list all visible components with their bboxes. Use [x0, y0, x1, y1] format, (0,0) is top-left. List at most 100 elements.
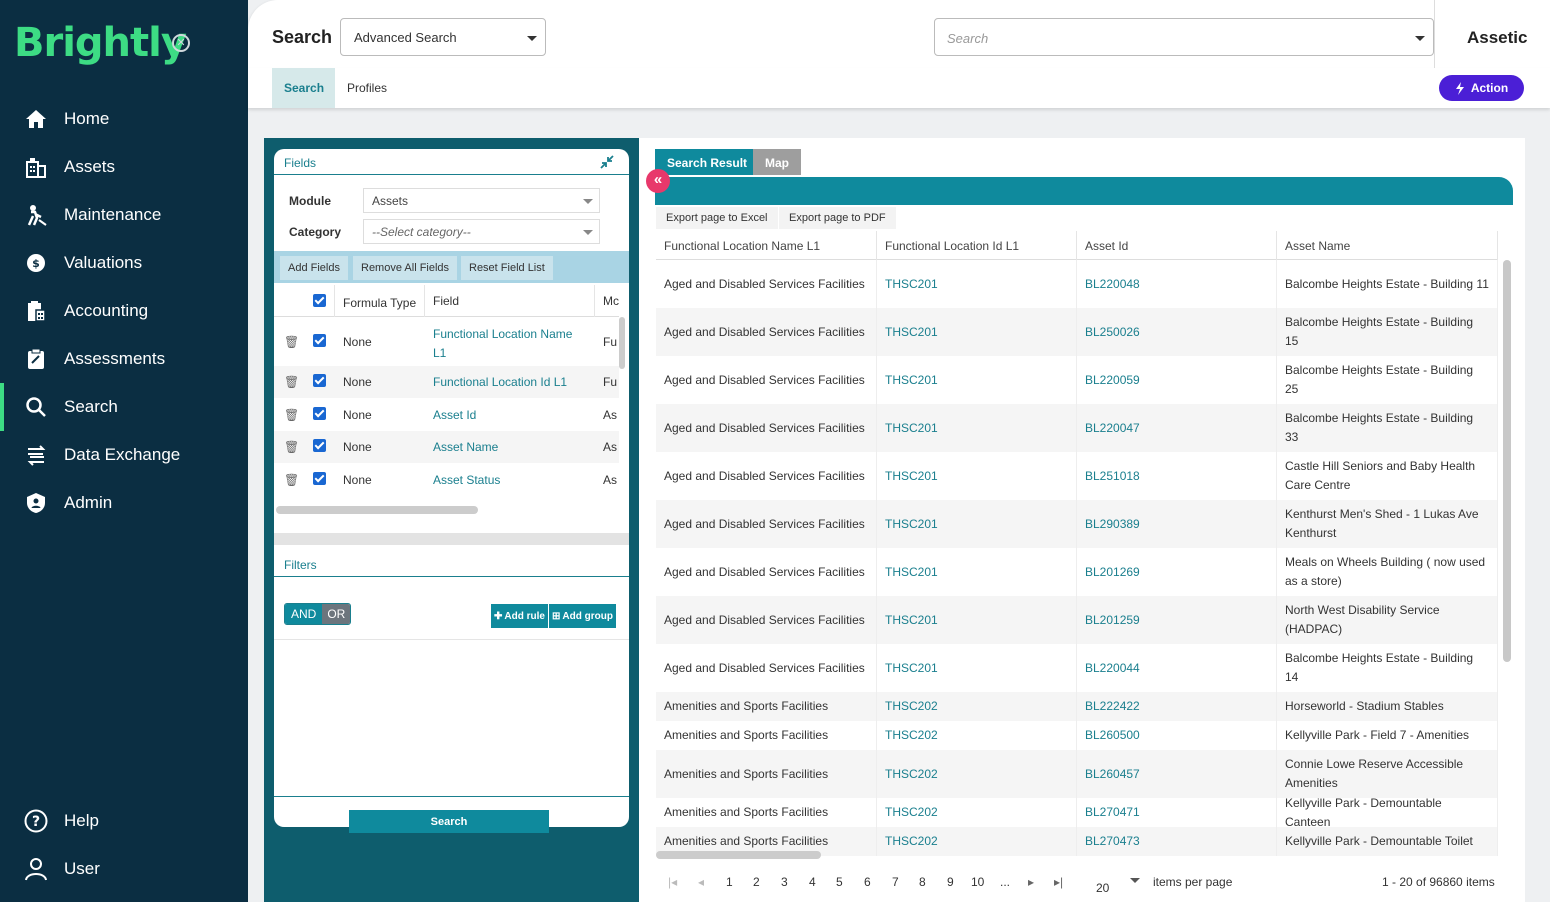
cell-asset-id[interactable]: BL220047	[1077, 404, 1277, 452]
cell-functional-location-id[interactable]: THSC201	[877, 500, 1077, 548]
cell-asset-id[interactable]: BL250026	[1077, 308, 1277, 356]
nav-valuations[interactable]: $ Valuations	[0, 243, 248, 283]
collapse-left-icon[interactable]: «	[646, 169, 670, 193]
fields-vertical-scrollbar[interactable]	[619, 317, 625, 369]
results-horizontal-scrollbar[interactable]	[656, 851, 821, 859]
page-7[interactable]: 7	[892, 875, 899, 889]
export-pdf-button[interactable]: Export page to PDF	[779, 207, 896, 229]
nav-assessments[interactable]: Assessments	[0, 339, 248, 379]
cell-asset-id[interactable]: BL201269	[1077, 548, 1277, 596]
cell-functional-location-id[interactable]: THSC202	[877, 721, 1077, 750]
cell-functional-location-id[interactable]: THSC202	[877, 798, 1077, 827]
table-row[interactable]: Aged and Disabled Services Facilities THS…	[656, 644, 1498, 692]
cell-functional-location-id[interactable]: THSC202	[877, 827, 1077, 856]
cell-functional-location-id[interactable]: THSC201	[877, 356, 1077, 404]
first-page-icon[interactable]: |◂	[668, 875, 677, 889]
remove-all-fields-button[interactable]: Remove All Fields	[353, 256, 458, 280]
cell-asset-id[interactable]: BL270473	[1077, 827, 1277, 856]
and-button[interactable]: AND	[285, 604, 323, 624]
action-button[interactable]: Action	[1439, 75, 1524, 101]
nav-assets[interactable]: Assets	[0, 147, 248, 187]
table-row[interactable]: Aged and Disabled Services Facilities THS…	[656, 452, 1498, 500]
select-all-checkbox[interactable]	[313, 294, 326, 310]
global-search-input[interactable]: Search	[934, 18, 1434, 56]
table-row[interactable]: Aged and Disabled Services Facilities THS…	[656, 596, 1498, 644]
field-row-checkbox[interactable]	[313, 374, 326, 390]
page-2[interactable]: 2	[753, 875, 760, 889]
table-row[interactable]: Aged and Disabled Services Facilities THS…	[656, 260, 1498, 308]
table-row[interactable]: Amenities and Sports Facilities THSC202 BL…	[656, 721, 1498, 750]
trash-icon[interactable]: 🗑	[284, 375, 299, 389]
page-4[interactable]: 4	[809, 875, 816, 889]
search-type-select[interactable]: Advanced Search	[340, 18, 546, 56]
fields-horizontal-scrollbar[interactable]	[276, 506, 478, 514]
table-row[interactable]: Amenities and Sports Facilities THSC202 BL…	[656, 750, 1498, 798]
next-page-icon[interactable]: ▸	[1028, 875, 1034, 889]
page-6[interactable]: 6	[864, 875, 871, 889]
tab-map[interactable]: Map	[753, 149, 801, 175]
field-row-name[interactable]: Functional Location Id L1	[433, 375, 567, 389]
category-select[interactable]: --Select category--	[363, 219, 600, 244]
tab-search-result[interactable]: Search Result	[655, 149, 760, 175]
nav-home[interactable]: Home	[0, 99, 248, 139]
page-5[interactable]: 5	[836, 875, 843, 889]
nav-data-exchange[interactable]: Data Exchange	[0, 435, 248, 475]
search-button[interactable]: Search	[349, 810, 549, 833]
field-row-checkbox[interactable]	[313, 472, 326, 488]
nav-maintenance[interactable]: Maintenance	[0, 195, 248, 235]
collapse-arrows-icon[interactable]	[600, 155, 614, 169]
cell-asset-id[interactable]: BL270471	[1077, 798, 1277, 827]
cell-functional-location-id[interactable]: THSC201	[877, 308, 1077, 356]
cell-functional-location-id[interactable]: THSC201	[877, 596, 1077, 644]
cell-functional-location-id[interactable]: THSC201	[877, 644, 1077, 692]
field-row-name[interactable]: Asset Status	[433, 473, 500, 487]
tab-search[interactable]: Search	[272, 68, 335, 108]
cell-functional-location-id[interactable]: THSC202	[877, 750, 1077, 798]
cell-functional-location-id[interactable]: THSC201	[877, 452, 1077, 500]
page-1[interactable]: 1	[726, 875, 733, 889]
prev-page-icon[interactable]: ◂	[698, 875, 704, 889]
table-row[interactable]: Amenities and Sports Facilities THSC202 BL…	[656, 692, 1498, 721]
cell-functional-location-id[interactable]: THSC201	[877, 548, 1077, 596]
page-3[interactable]: 3	[781, 875, 788, 889]
page-9[interactable]: 9	[947, 875, 954, 889]
export-excel-button[interactable]: Export page to Excel	[656, 207, 778, 229]
field-row-checkbox[interactable]	[313, 407, 326, 423]
field-row-checkbox[interactable]	[313, 439, 326, 455]
col-functional-location-name[interactable]: Functional Location Name L1	[656, 231, 877, 260]
nav-user[interactable]: User	[0, 849, 248, 889]
cell-asset-id[interactable]: BL260457	[1077, 750, 1277, 798]
or-button[interactable]: OR	[322, 604, 351, 624]
nav-search[interactable]: Search	[0, 383, 248, 431]
results-vertical-scrollbar[interactable]	[1503, 260, 1511, 662]
page-10[interactable]: 10	[971, 875, 984, 889]
table-row[interactable]: Amenities and Sports Facilities THSC202 BL…	[656, 796, 1498, 829]
page-ellipsis[interactable]: ...	[1000, 875, 1010, 889]
field-row-name[interactable]: Asset Id	[433, 408, 476, 422]
cell-asset-id[interactable]: BL220059	[1077, 356, 1277, 404]
trash-icon[interactable]: 🗑	[284, 473, 299, 487]
field-row-name[interactable]: Asset Name	[433, 440, 498, 454]
nav-help[interactable]: ? Help	[0, 801, 248, 841]
cell-asset-id[interactable]: BL260500	[1077, 721, 1277, 750]
cell-functional-location-id[interactable]: THSC202	[877, 692, 1077, 721]
trash-icon[interactable]: 🗑	[284, 440, 299, 454]
last-page-icon[interactable]: ▸|	[1054, 875, 1063, 889]
nav-accounting[interactable]: Accounting	[0, 291, 248, 331]
tab-profiles[interactable]: Profiles	[335, 68, 399, 108]
cell-asset-id[interactable]: BL290389	[1077, 500, 1277, 548]
add-group-button[interactable]: ⊞ Add group	[549, 604, 616, 628]
cell-asset-id[interactable]: BL201259	[1077, 596, 1277, 644]
trash-icon[interactable]: 🗑	[284, 335, 299, 349]
table-row[interactable]: Aged and Disabled Services Facilities THS…	[656, 404, 1498, 452]
page-8[interactable]: 8	[919, 875, 926, 889]
col-asset-id[interactable]: Asset Id	[1077, 231, 1277, 260]
table-row[interactable]: Aged and Disabled Services Facilities THS…	[656, 356, 1498, 404]
table-row[interactable]: Aged and Disabled Services Facilities THS…	[656, 308, 1498, 356]
add-fields-button[interactable]: Add Fields	[280, 256, 348, 280]
reset-field-list-button[interactable]: Reset Field List	[461, 256, 553, 280]
table-row[interactable]: Aged and Disabled Services Facilities THS…	[656, 548, 1498, 596]
field-row-name[interactable]: Functional Location Name L1	[433, 325, 583, 363]
cell-functional-location-id[interactable]: THSC201	[877, 404, 1077, 452]
close-sidebar-icon[interactable]: ✕	[172, 34, 190, 52]
